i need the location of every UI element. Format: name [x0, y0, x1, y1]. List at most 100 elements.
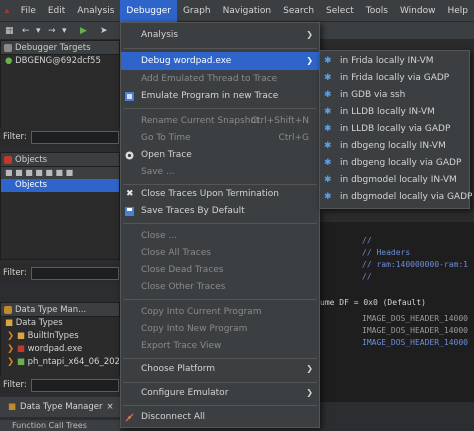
menu-debugger[interactable]: Debugger	[120, 0, 177, 22]
data-type-manager-panel: Data Type Man... ■ Data Types ❯ ■ BuiltI…	[0, 302, 120, 378]
dtm-row-builtin[interactable]: ❯ ■ BuiltInTypes	[1, 330, 119, 343]
shortcut-label: Ctrl+Shift+N	[250, 116, 309, 126]
step-icon[interactable]: ➤	[100, 26, 108, 36]
menu-save-traces-by-default[interactable]: Save Traces By Default	[121, 202, 319, 220]
code-line: IMAGE_DOS_HEADER_14000	[362, 338, 468, 347]
chevron-right-icon: ❯	[306, 30, 313, 39]
submenu-item[interactable]: ✱ in dbgmodel locally IN-VM	[320, 171, 469, 189]
folder-icon: ■	[5, 318, 14, 328]
submenu-label: in GDB via ssh	[340, 90, 406, 100]
objects-title: Objects	[15, 154, 48, 165]
targets-filter-input[interactable]	[30, 130, 119, 144]
menu-debug-wordpad[interactable]: Debug wordpad.exe ❯	[121, 52, 319, 70]
tab-data-type-manager-label: Data Type Manager	[20, 402, 103, 412]
menu-close-other-traces[interactable]: Close Other Traces	[121, 278, 319, 296]
shortcut-label: Ctrl+G	[278, 133, 309, 143]
menu-help[interactable]: Help	[441, 0, 474, 22]
dtm-icon	[4, 305, 12, 314]
target-label: DBGENG@692dcf55	[15, 56, 101, 66]
menu-item-label: Configure Emulator	[141, 388, 229, 398]
tab-function-call-trees[interactable]: Function Call Trees	[0, 420, 120, 431]
emulate-icon	[125, 92, 134, 101]
menu-select[interactable]: Select	[320, 0, 360, 22]
code-line: //	[362, 272, 372, 281]
menu-close-all-traces[interactable]: Close All Traces	[121, 244, 319, 262]
menu-item-label: Add Emulated Thread to Trace	[141, 74, 278, 84]
menu-edit[interactable]: Edit	[42, 0, 71, 22]
submenu-item[interactable]: ✱ in Frida locally via GADP	[320, 69, 469, 87]
objects-filter-input[interactable]	[30, 266, 119, 280]
menu-copy-into-new-program[interactable]: Copy Into New Program	[121, 320, 319, 338]
dropdown-icon-2[interactable]: ▾	[62, 26, 67, 36]
menu-file[interactable]: File	[15, 0, 42, 22]
save-icon[interactable]: ▦	[5, 26, 14, 36]
target-icon: ●	[5, 56, 13, 66]
menu-analysis-item[interactable]: Analysis ❯	[121, 26, 319, 44]
menu-separator	[123, 108, 317, 109]
objects-header: Objects	[1, 153, 119, 167]
dropdown-icon[interactable]: ▾	[36, 26, 41, 36]
objects-row[interactable]: Objects	[1, 179, 119, 192]
code-line: IMAGE_DOS_HEADER_14000	[362, 326, 468, 335]
dtm-row-ntapi[interactable]: ❯ ■ ph_ntapi_x64_06_2021	[1, 356, 119, 369]
menu-copy-into-current-program[interactable]: Copy Into Current Program	[121, 303, 319, 321]
menu-bar: File Edit Analysis Debugger Graph Naviga…	[0, 0, 474, 22]
debugger-targets-title: Debugger Targets	[15, 42, 91, 53]
menu-item-label: Export Trace View	[141, 341, 222, 351]
menu-emulate-program[interactable]: Emulate Program in new Trace	[121, 87, 319, 105]
menu-navigation[interactable]: Navigation	[217, 0, 278, 22]
chevron-right-icon: ❯	[7, 331, 15, 341]
dtm-row-label-4: ph_ntapi_x64_06_2021	[27, 357, 119, 367]
debugger-launch-icon: ✱	[324, 175, 332, 185]
menu-save[interactable]: Save ...	[121, 163, 319, 181]
menu-separator	[123, 405, 317, 406]
menu-separator	[123, 48, 317, 49]
submenu-item[interactable]: ✱ in Frida locally IN-VM	[320, 52, 469, 70]
menu-choose-platform[interactable]: Choose Platform ❯	[121, 360, 319, 378]
menu-disconnect-all[interactable]: Disconnect All	[121, 408, 319, 426]
dtm-title: Data Type Man...	[15, 304, 87, 315]
close-icon[interactable]: ×	[107, 402, 114, 412]
menu-open-trace[interactable]: Open Trace	[121, 146, 319, 164]
menu-analysis[interactable]: Analysis	[71, 0, 120, 22]
target-row[interactable]: ● DBGENG@692dcf55	[1, 55, 119, 68]
submenu-item[interactable]: ✱ in GDB via ssh	[320, 86, 469, 104]
dtm-row-label-3: wordpad.exe	[27, 344, 83, 354]
back-icon[interactable]: ←	[22, 26, 30, 36]
chevron-right-icon: ❯	[306, 364, 313, 373]
tab-data-type-manager[interactable]: ■ Data Type Manager ×	[0, 397, 120, 417]
menu-separator	[123, 358, 317, 359]
menu-separator	[123, 299, 317, 300]
menu-export-trace-view[interactable]: Export Trace View	[121, 337, 319, 355]
forward-icon[interactable]: →	[48, 26, 56, 36]
submenu-item[interactable]: ✱ in LLDB locally IN-VM	[320, 103, 469, 121]
save-disk-icon	[125, 207, 134, 216]
menu-go-to-time[interactable]: Go To Time Ctrl+G	[121, 129, 319, 147]
menu-rename-snapshot[interactable]: Rename Current Snapshot Ctrl+Shift+N	[121, 112, 319, 130]
code-line: // ram:140000000-ram:1	[362, 260, 468, 269]
submenu-item[interactable]: ✱ in LLDB locally via GADP	[320, 120, 469, 138]
menu-configure-emulator[interactable]: Configure Emulator ❯	[121, 384, 319, 402]
dtm-row-data-types[interactable]: ■ Data Types	[1, 317, 119, 330]
submenu-item[interactable]: ✱ in dbgeng locally via GADP	[320, 154, 469, 172]
menu-add-emulated-thread[interactable]: Add Emulated Thread to Trace	[121, 70, 319, 88]
menu-search[interactable]: Search	[277, 0, 320, 22]
dtm-tab-icon: ■	[8, 402, 17, 412]
debugger-targets-panel: Debugger Targets ● DBGENG@692dcf55	[0, 40, 120, 140]
menu-item-label: Emulate Program in new Trace	[141, 91, 279, 101]
menu-close-dead-traces[interactable]: Close Dead Traces	[121, 261, 319, 279]
submenu-item[interactable]: ✱ in dbgmodel locally via GADP	[320, 188, 472, 206]
run-icon[interactable]: ▶	[80, 26, 87, 36]
menu-window[interactable]: Window	[394, 0, 442, 22]
code-line: // Headers	[362, 248, 411, 257]
dtm-row-wordpad[interactable]: ❯ ■ wordpad.exe	[1, 343, 119, 356]
menu-graph[interactable]: Graph	[177, 0, 217, 22]
dtm-filter-input[interactable]	[30, 378, 119, 392]
menu-item-label: Close Dead Traces	[141, 265, 224, 275]
menu-close[interactable]: Close ...	[121, 227, 319, 245]
menu-close-traces-on-termination[interactable]: ✖ Close Traces Upon Termination	[121, 185, 319, 203]
submenu-item[interactable]: ✱ in dbgeng locally IN-VM	[320, 137, 469, 155]
objects-filter: Filter:	[0, 264, 120, 282]
chevron-right-icon: ❯	[306, 56, 313, 65]
menu-tools[interactable]: Tools	[360, 0, 394, 22]
